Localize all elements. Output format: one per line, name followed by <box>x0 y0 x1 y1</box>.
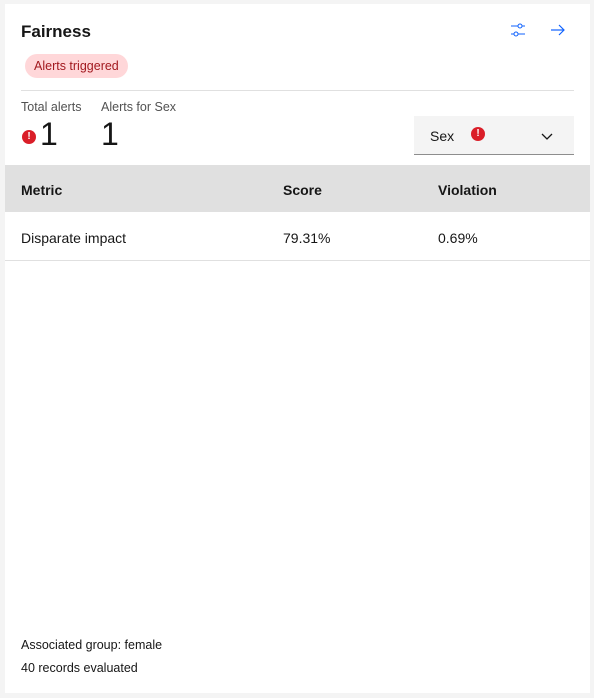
error-icon: ! <box>22 130 36 144</box>
score-cell: 79.31% <box>283 230 331 246</box>
dropdown-selected-value: Sex <box>430 128 455 144</box>
total-alerts-value: 1 <box>40 116 58 152</box>
table-header: Metric Score Violation <box>5 165 590 212</box>
chevron-down-icon <box>540 129 554 143</box>
arrow-right-icon[interactable] <box>548 20 568 40</box>
violation-cell: 0.69% <box>438 230 478 246</box>
associated-group-text: Associated group: female <box>21 638 163 652</box>
table-row[interactable]: Disparate impact 79.31% 0.69% <box>5 212 590 261</box>
total-alerts-label: Total alerts <box>21 100 82 114</box>
alerts-triggered-tag: Alerts triggered <box>25 54 128 78</box>
alerts-for-sex-value: 1 <box>101 116 119 152</box>
divider <box>21 90 574 91</box>
metric-cell: Disparate impact <box>21 230 127 246</box>
card-title: Fairness <box>21 22 91 41</box>
column-header-violation[interactable]: Violation <box>438 182 497 198</box>
column-header-metric[interactable]: Metric <box>21 182 62 198</box>
settings-adjust-icon[interactable] <box>508 20 528 40</box>
alerts-for-sex-label: Alerts for Sex <box>101 100 177 114</box>
column-header-score[interactable]: Score <box>283 182 322 198</box>
error-icon: ! <box>471 127 485 141</box>
fairness-card: Fairness Alerts triggered Total alerts !… <box>5 4 590 693</box>
records-evaluated-text: 40 records evaluated <box>21 661 138 675</box>
attribute-dropdown[interactable]: Sex ! <box>414 116 574 155</box>
